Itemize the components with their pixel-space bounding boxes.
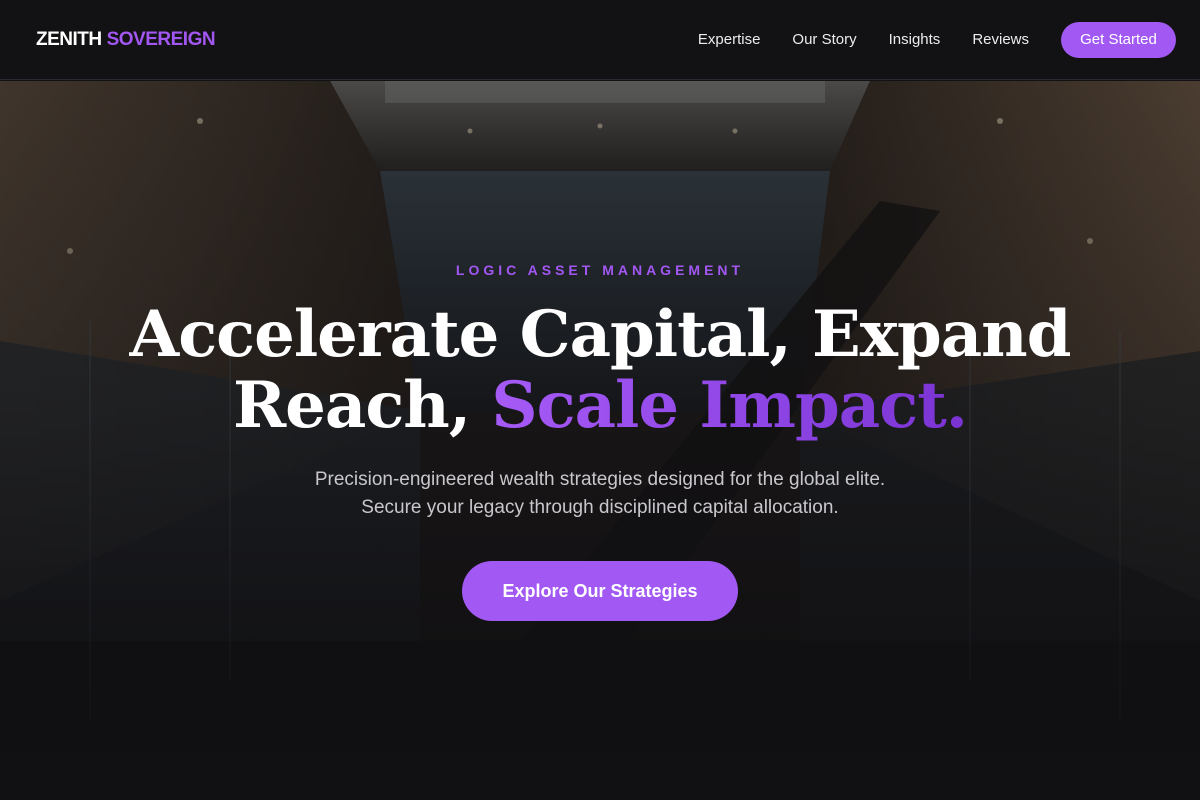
nav-link-expertise[interactable]: Expertise: [698, 31, 761, 48]
explore-strategies-button[interactable]: Explore Our Strategies: [462, 561, 738, 621]
get-started-button[interactable]: Get Started: [1061, 21, 1176, 58]
nav-link-our-story[interactable]: Our Story: [792, 31, 856, 48]
nav-link-insights[interactable]: Insights: [889, 31, 941, 48]
hero-headline: Accelerate Capital, Expand Reach, Scale …: [0, 299, 1200, 441]
nav-links: Expertise Our Story Insights Reviews Get…: [698, 21, 1176, 58]
hero-subtext-line-2: Secure your legacy through disciplined c…: [361, 497, 839, 518]
nav-link-reviews[interactable]: Reviews: [972, 31, 1029, 48]
hero-subtext: Precision-engineered wealth strategies d…: [0, 466, 1200, 522]
headline-line-1: Accelerate Capital, Expand: [129, 297, 1072, 372]
top-navbar: ZENITH SOVEREIGN Expertise Our Story Ins…: [0, 0, 1200, 80]
headline-accent: Scale Impact.: [491, 368, 968, 443]
brand-name-primary: ZENITH: [36, 28, 102, 50]
headline-line-2-plain: Reach,: [232, 368, 471, 443]
brand-name-accent: SOVEREIGN: [106, 28, 216, 50]
hero-subtext-line-1: Precision-engineered wealth strategies d…: [314, 469, 886, 490]
hero-section: LOGIC ASSET MANAGEMENT Accelerate Capita…: [0, 81, 1200, 800]
brand-logo[interactable]: ZENITH SOVEREIGN: [36, 28, 216, 51]
hero-eyebrow: LOGIC ASSET MANAGEMENT: [455, 262, 745, 278]
